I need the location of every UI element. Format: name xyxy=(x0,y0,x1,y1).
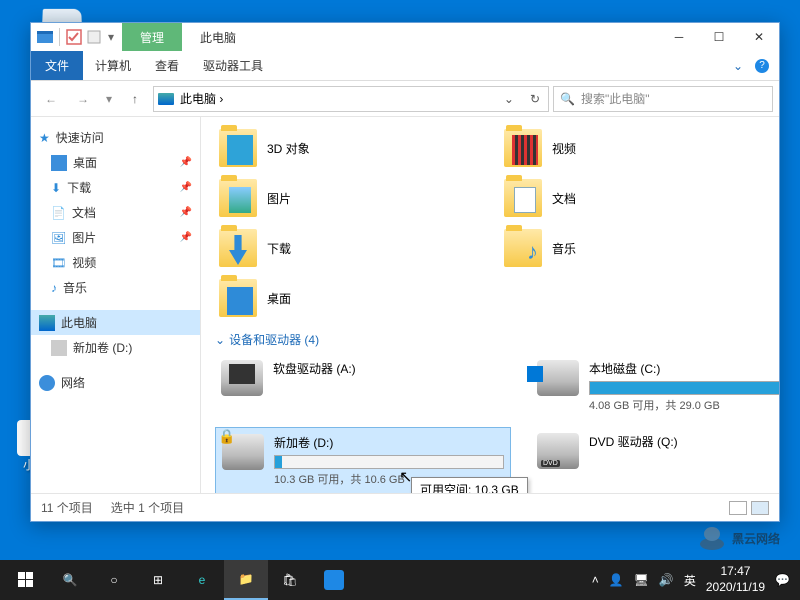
view-large-icons-button[interactable] xyxy=(751,501,769,515)
sidebar-item-new-volume-d[interactable]: 新加卷 (D:) xyxy=(31,335,200,360)
capacity-bar-c xyxy=(589,381,779,395)
sidebar: ★快速访问 桌面📌 ⬇下载📌 📄文档📌 🖼图片📌 🎞视频 ♪音乐 此电脑 新加卷… xyxy=(31,117,201,493)
qat-dropdown-icon[interactable]: ▾ xyxy=(106,30,116,44)
navbar: ← → ▾ ↑ 此电脑 › ⌄ ↻ 🔍 搜索"此电脑" xyxy=(31,81,779,117)
drive-local-c[interactable]: 本地磁盘 (C:) 4.08 GB 可用，共 29.0 GB xyxy=(531,354,779,419)
tray-people-icon[interactable]: 👤 xyxy=(609,573,624,587)
status-selected-count: 选中 1 个项目 xyxy=(111,499,184,516)
pin-icon: 📌 xyxy=(180,157,192,168)
refresh-button[interactable]: ↻ xyxy=(526,92,544,106)
sidebar-item-music[interactable]: ♪音乐 xyxy=(31,275,200,300)
back-button[interactable]: ← xyxy=(37,85,65,113)
hdd-icon: 🔒 xyxy=(222,434,264,470)
ribbon-view[interactable]: 查看 xyxy=(143,51,191,80)
folder-downloads[interactable]: 下载 xyxy=(215,225,480,271)
ribbon: 文件 计算机 查看 驱动器工具 ⌄ ? xyxy=(31,51,779,81)
folder-pictures[interactable]: 图片 xyxy=(215,175,480,221)
watermark: 黑云网络 xyxy=(698,524,780,552)
dvd-drive-icon xyxy=(537,433,579,469)
sidebar-item-videos[interactable]: 🎞视频 xyxy=(31,250,200,275)
start-button[interactable] xyxy=(4,560,48,600)
tab-manage[interactable]: 管理 xyxy=(122,23,182,51)
close-button[interactable]: ✕ xyxy=(739,23,779,51)
content-pane: 3D 对象 视频 图片 文档 下载 ♪音乐 桌面 ⌄设备和驱动器 (4) 软盘驱… xyxy=(201,117,779,493)
search-button[interactable]: 🔍 xyxy=(48,560,92,600)
edge-button[interactable]: e xyxy=(180,560,224,600)
titlebar: ▾ 管理 此电脑 ─ ☐ ✕ xyxy=(31,23,779,51)
explorer-taskbar-button[interactable]: 📁 xyxy=(224,560,268,600)
forward-button[interactable]: → xyxy=(69,85,97,113)
hdd-icon xyxy=(537,360,579,396)
task-view-button[interactable]: ⊞ xyxy=(136,560,180,600)
folder-3d-objects[interactable]: 3D 对象 xyxy=(215,125,480,171)
sidebar-item-thispc[interactable]: 此电脑 xyxy=(31,310,200,335)
ribbon-file[interactable]: 文件 xyxy=(31,51,83,80)
folder-documents[interactable]: 文档 xyxy=(500,175,765,221)
recent-locations-dropdown[interactable]: ▾ xyxy=(101,85,117,113)
sidebar-item-downloads[interactable]: ⬇下载📌 xyxy=(31,175,200,200)
qat-checkbox-icon[interactable] xyxy=(66,29,82,45)
drive-floppy-a[interactable]: 软盘驱动器 (A:) xyxy=(215,354,511,419)
cortana-button[interactable]: ○ xyxy=(92,560,136,600)
search-placeholder: 搜索"此电脑" xyxy=(581,90,650,107)
drive-dvd-q[interactable]: DVD 驱动器 (Q:) xyxy=(531,427,779,493)
floppy-drive-icon xyxy=(221,360,263,396)
mouse-cursor: ↖ xyxy=(399,467,412,487)
ribbon-expand-icon[interactable]: ⌄ xyxy=(733,59,743,73)
tray-notifications-icon[interactable]: 💬 xyxy=(775,573,790,587)
minimize-button[interactable]: ─ xyxy=(659,23,699,51)
pin-icon: 📌 xyxy=(180,232,192,243)
ribbon-drive-tools[interactable]: 驱动器工具 xyxy=(191,51,275,80)
folder-videos[interactable]: 视频 xyxy=(500,125,765,171)
folder-desktop[interactable]: 桌面 xyxy=(215,275,480,321)
pin-icon: 📌 xyxy=(180,182,192,193)
tray-clock[interactable]: 17:47 2020/11/19 xyxy=(706,564,765,595)
search-icon: 🔍 xyxy=(560,92,575,106)
sidebar-item-pictures[interactable]: 🖼图片📌 xyxy=(31,225,200,250)
store-button[interactable]: 🛍 xyxy=(268,560,312,600)
address-bar[interactable]: 此电脑 › ⌄ ↻ xyxy=(153,86,549,112)
address-dropdown-icon[interactable]: ⌄ xyxy=(498,92,520,106)
sidebar-item-quick-access[interactable]: ★快速访问 xyxy=(31,125,200,150)
up-button[interactable]: ↑ xyxy=(121,85,149,113)
system-tray: ˄ 👤 🖥 🔊 英 17:47 2020/11/19 💬 xyxy=(592,564,796,595)
sidebar-item-network[interactable]: 网络 xyxy=(31,370,200,395)
breadcrumb[interactable]: 此电脑 › xyxy=(180,90,223,107)
sidebar-item-desktop[interactable]: 桌面📌 xyxy=(31,150,200,175)
tray-volume-icon[interactable]: 🔊 xyxy=(659,573,674,587)
chevron-down-icon: ⌄ xyxy=(215,333,225,347)
tab-thispc-title: 此电脑 xyxy=(182,23,254,51)
status-item-count: 11 个项目 xyxy=(41,499,93,516)
sidebar-item-documents[interactable]: 📄文档📌 xyxy=(31,200,200,225)
app-icon xyxy=(37,29,53,45)
search-input[interactable]: 🔍 搜索"此电脑" xyxy=(553,86,773,112)
tray-ime-icon[interactable]: 英 xyxy=(684,572,696,589)
explorer-window: ▾ 管理 此电脑 ─ ☐ ✕ 文件 计算机 查看 驱动器工具 ⌄ ? ← → ▾… xyxy=(30,22,780,522)
view-details-button[interactable] xyxy=(729,501,747,515)
capacity-bar-d xyxy=(274,455,504,469)
tray-up-icon[interactable]: ˄ xyxy=(592,573,599,587)
taskbar: 🔍 ○ ⊞ e 📁 🛍 ˄ 👤 🖥 🔊 英 17:47 2020/11/19 💬 xyxy=(0,560,800,600)
thispc-icon xyxy=(158,93,174,105)
folder-music[interactable]: ♪音乐 xyxy=(500,225,765,271)
ribbon-computer[interactable]: 计算机 xyxy=(83,51,143,80)
maximize-button[interactable]: ☐ xyxy=(699,23,739,51)
app-button[interactable] xyxy=(312,560,356,600)
status-bar: 11 个项目 选中 1 个项目 xyxy=(31,493,779,521)
devices-section-header[interactable]: ⌄设备和驱动器 (4) xyxy=(215,321,765,354)
tray-network-icon[interactable]: 🖥 xyxy=(634,573,649,587)
drive-tooltip: 可用空间: 10.3 GB 总大小: 10.6 GB xyxy=(411,477,528,493)
qat-properties-icon[interactable] xyxy=(86,29,102,45)
pin-icon: 📌 xyxy=(180,207,192,218)
help-icon[interactable]: ? xyxy=(755,59,769,73)
